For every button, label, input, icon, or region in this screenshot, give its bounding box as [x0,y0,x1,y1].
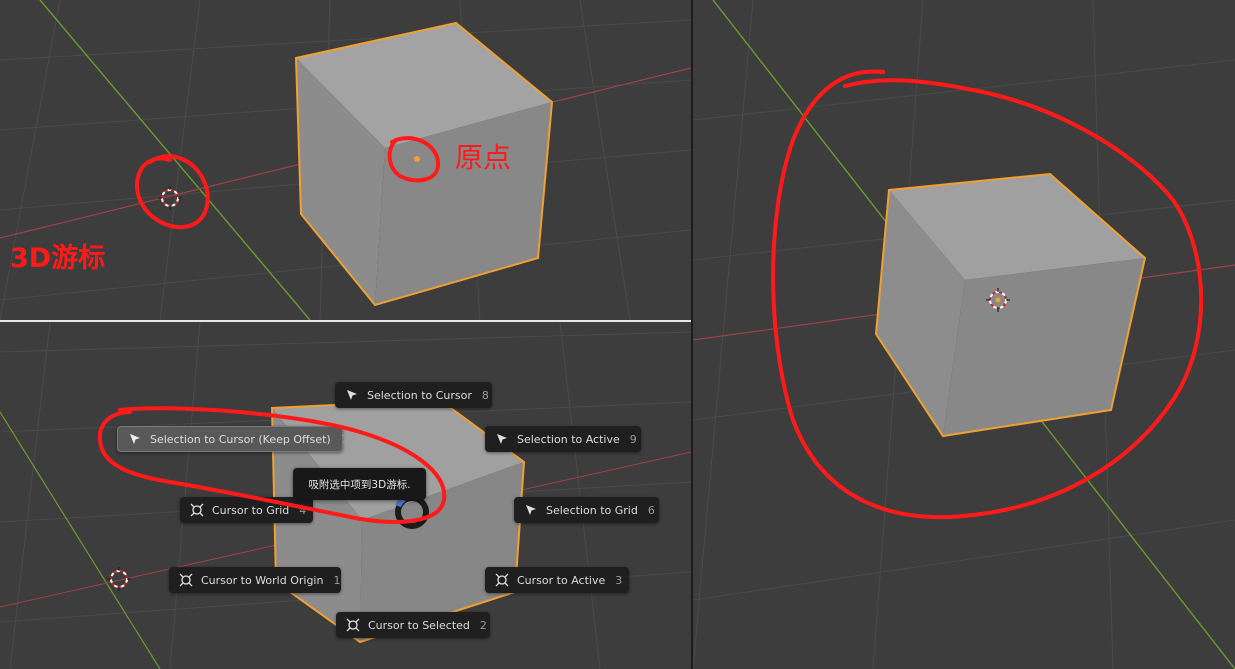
pie-item-selection-to-cursor[interactable]: Selection to Cursor 8 [335,382,492,408]
pie-item-label: Selection to Cursor [367,388,472,402]
pie-item-selection-to-grid[interactable]: Selection to Grid 6 [514,497,659,523]
pie-item-tooltip: 吸附选中项到3D游标. [293,468,426,500]
pie-item-shortcut: 3 [615,573,623,587]
pie-item-shortcut: 7 [340,432,348,446]
pie-item-shortcut: 2 [479,618,487,632]
pie-item-label: Selection to Active [517,432,620,446]
pie-item-selection-to-cursor-keep-offset[interactable]: Selection to Cursor (Keep Offset) 7 [117,426,348,452]
pie-item-label: Cursor to Selected [368,618,470,632]
cube[interactable] [874,172,1147,438]
viewport-top-left[interactable]: 3D游标 原点 [0,0,691,320]
cursor-arrow-icon [524,503,538,517]
3d-cursor-icon [346,618,360,632]
pie-item-shortcut: 4 [299,503,307,517]
viewport-right[interactable] [693,0,1235,669]
pie-item-cursor-to-world-origin[interactable]: Cursor to World Origin 1 [169,567,341,593]
pie-item-label: Cursor to Active [517,573,606,587]
cursor-arrow-icon [345,388,359,402]
3d-cursor-icon[interactable] [107,567,131,591]
pie-item-label: Cursor to World Origin [201,573,324,587]
pie-item-cursor-to-selected[interactable]: Cursor to Selected 2 [336,612,490,638]
3d-cursor-icon [190,503,204,517]
pie-item-cursor-to-active[interactable]: Cursor to Active 3 [485,567,629,593]
pie-item-label: Selection to Cursor (Keep Offset) [150,432,331,446]
3d-cursor-icon [495,573,509,587]
3d-cursor-icon [179,573,193,587]
pie-item-shortcut: 1 [333,573,341,587]
origin-dot [414,156,420,162]
3d-cursor-icon[interactable] [158,186,182,210]
pie-item-label: Selection to Grid [546,503,638,517]
pie-item-label: Cursor to Grid [212,503,290,517]
pie-item-shortcut: 8 [481,388,489,402]
annotation-origin-label: 原点 [455,141,512,174]
pie-item-cursor-to-grid[interactable]: Cursor to Grid 4 [180,497,313,523]
cursor-arrow-icon [128,432,142,446]
pie-item-shortcut: 6 [647,503,655,517]
pie-item-shortcut: 9 [629,432,637,446]
annotation-3d-cursor-label: 3D游标 [10,243,106,274]
annotation-circle-cursor [135,154,210,230]
cube[interactable] [294,21,554,307]
pie-item-selection-to-active[interactable]: Selection to Active 9 [485,426,641,452]
cursor-arrow-icon [495,432,509,446]
